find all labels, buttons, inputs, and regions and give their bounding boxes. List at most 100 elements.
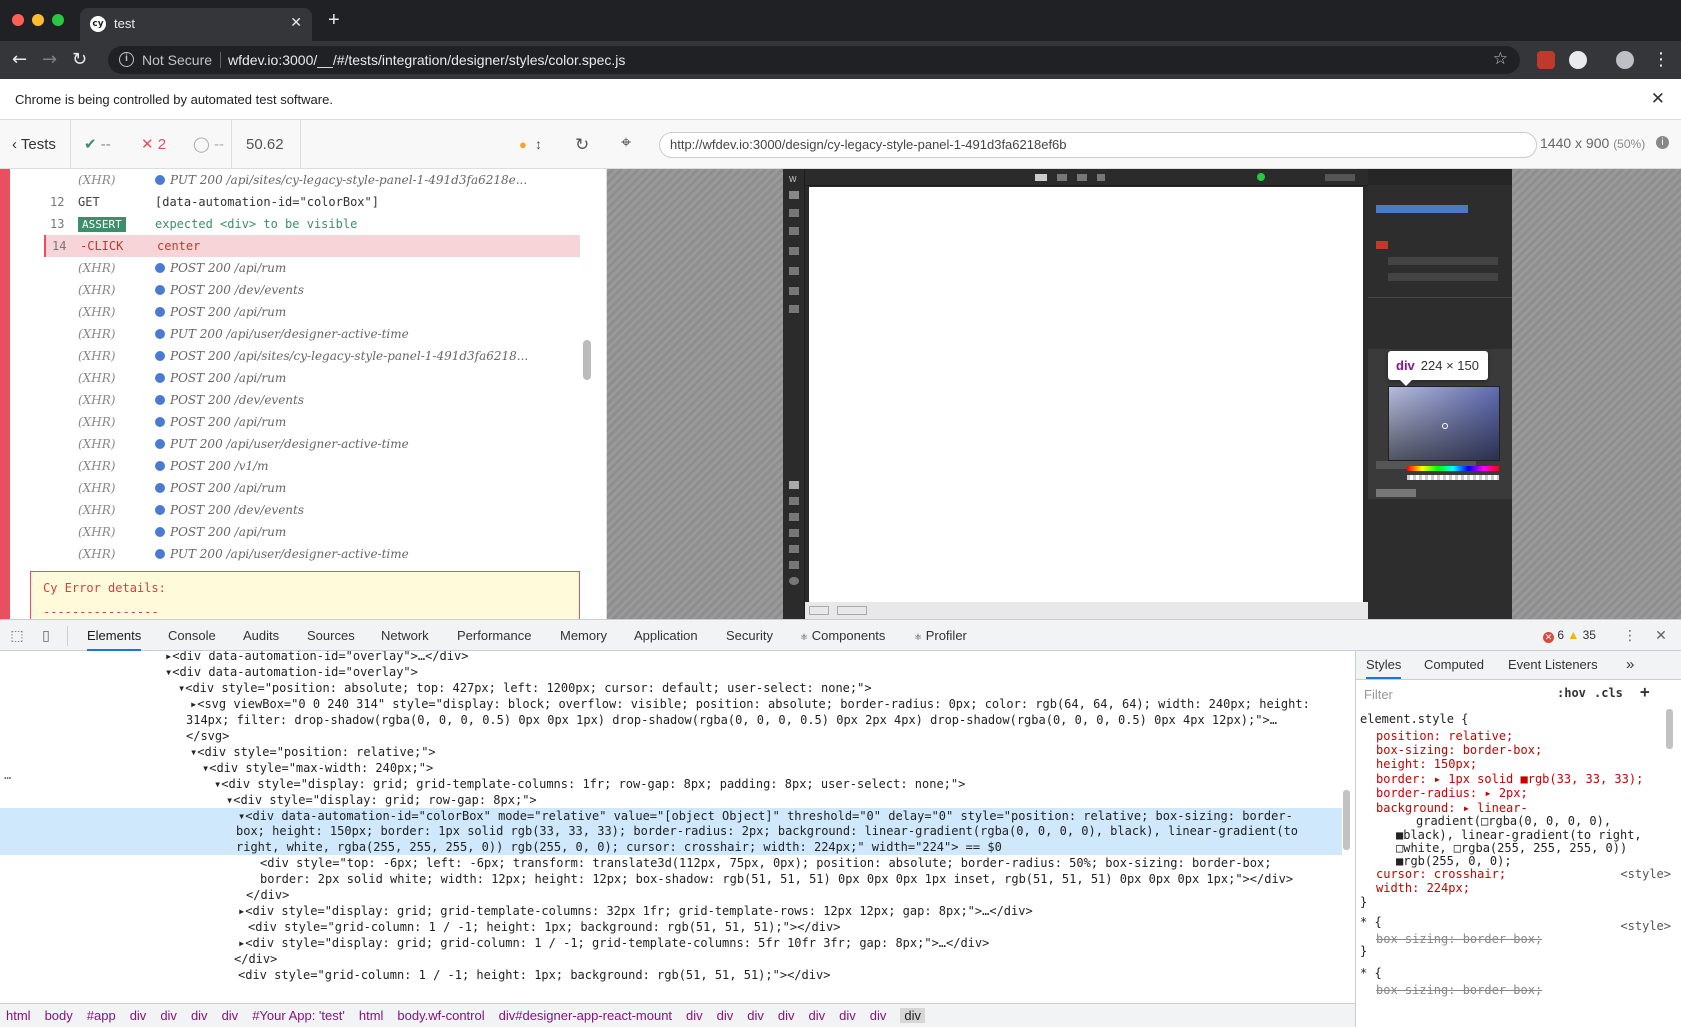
info-icon[interactable]: i: [119, 52, 134, 67]
tab-performance[interactable]: Performance: [457, 620, 531, 651]
command-row[interactable]: (XHR) PUT 200 /api/user/designer-active-t…: [44, 433, 580, 455]
style-declaration[interactable]: ■black), linear-gradient(to right,: [1396, 828, 1642, 842]
command-row[interactable]: (XHR) POST 200 /v1/m: [44, 455, 580, 477]
forward-icon[interactable]: →: [42, 49, 57, 70]
color-box-handle[interactable]: [1442, 423, 1448, 429]
styles-filter-input[interactable]: Filter: [1360, 684, 1550, 706]
dom-node-line[interactable]: ▾<div style="display: grid; grid-templat…: [0, 776, 1342, 792]
alpha-slider[interactable]: [1407, 475, 1499, 480]
aut-url-bar[interactable]: http://wfdev.io:3000/design/cy-legacy-st…: [659, 132, 1537, 158]
selector-field[interactable]: [1376, 205, 1468, 213]
code-icon[interactable]: [789, 529, 799, 537]
styles-scrollbar[interactable]: [1666, 709, 1673, 749]
style-declaration[interactable]: border: ▸ 1px solid ■rgb(33, 33, 33);: [1376, 772, 1643, 786]
breadcrumb-item[interactable]: html: [359, 1008, 384, 1023]
breadcrumb-item[interactable]: #app: [87, 1008, 116, 1023]
dom-node-line[interactable]: <div style="top: -6px; left: -6px; trans…: [0, 855, 1342, 871]
swatch-row[interactable]: [1376, 489, 1416, 497]
dom-node-line[interactable]: border: 2px solid white; width: 12px; he…: [0, 871, 1342, 887]
style-declaration[interactable]: position: relative;: [1376, 729, 1513, 743]
style-declaration[interactable]: width: 224px;: [1376, 881, 1470, 895]
command-row[interactable]: (XHR) POST 200 /dev/events: [44, 499, 580, 521]
devtools-menu-icon[interactable]: ⋮: [1622, 628, 1638, 644]
minimize-window-button[interactable]: [32, 14, 44, 26]
breadcrumb-item[interactable]: div: [809, 1008, 826, 1023]
add-rule-icon[interactable]: +: [1640, 682, 1650, 701]
dom-node-line[interactable]: <div style="grid-column: 1 / -1; height:…: [0, 967, 1342, 983]
reload-icon[interactable]: ↻: [72, 49, 87, 70]
dom-node-line[interactable]: ▾<div data-automation-id="colorBox" mode…: [0, 808, 1342, 824]
dom-node-line[interactable]: ▸<div data-automation-id="overlay">…</di…: [0, 651, 1342, 664]
breadcrumb-item[interactable]: #Your App: 'test': [252, 1008, 345, 1023]
reporter-scrollbar[interactable]: [583, 340, 591, 380]
breadcrumb-item[interactable]: div: [778, 1008, 795, 1023]
dom-node-line[interactable]: 314px; filter: drop-shadow(rgba(0, 0, 0,…: [0, 712, 1342, 728]
div-crumb[interactable]: [837, 606, 867, 615]
settings-icon[interactable]: [789, 305, 799, 313]
command-row[interactable]: (XHR) POST 200 /api/sites/cy-legacy-style…: [44, 345, 580, 367]
breadcrumb-item[interactable]: body.wf-control: [397, 1008, 484, 1023]
tab-sources[interactable]: Sources: [307, 620, 355, 651]
command-row[interactable]: 12 GET [data-automation-id="colorBox"]: [44, 191, 580, 213]
hue-slider[interactable]: [1407, 466, 1499, 471]
extension-icon[interactable]: [1537, 51, 1555, 69]
dom-node-line[interactable]: ▾<div style="position: absolute; top: 42…: [0, 680, 1342, 696]
breadcrumb-item[interactable]: div: [686, 1008, 703, 1023]
text-color-swatch[interactable]: [1376, 241, 1388, 249]
tab-security[interactable]: Security: [726, 620, 773, 651]
tab-elements[interactable]: Elements: [87, 620, 142, 651]
command-row[interactable]: (XHR) POST 200 /dev/events: [44, 389, 580, 411]
color-box[interactable]: [1388, 386, 1500, 461]
users-icon[interactable]: [789, 561, 799, 569]
issue-counter[interactable]: ✕ 6 ▲ 35: [1543, 628, 1596, 643]
rule-source[interactable]: <style>: [1620, 919, 1671, 933]
breadcrumb-item[interactable]: div: [839, 1008, 856, 1023]
preview-icon[interactable]: [789, 497, 799, 505]
tablet-breakpoint-icon[interactable]: [1057, 174, 1067, 181]
style-declaration[interactable]: element.style {: [1360, 712, 1468, 726]
search-icon[interactable]: [789, 545, 799, 553]
dom-node-line[interactable]: ▾<div style="max-width: 240px;">: [0, 760, 1342, 776]
style-declaration[interactable]: * {: [1360, 966, 1382, 980]
inspect-element-icon[interactable]: ⬚: [9, 628, 25, 644]
command-row[interactable]: (XHR) POST 200 /api/rum: [44, 367, 580, 389]
breadcrumb-item[interactable]: div: [222, 1008, 239, 1023]
command-row[interactable]: (XHR) POST 200 /api/rum: [44, 411, 580, 433]
elements-scrollbar[interactable]: [1343, 790, 1350, 850]
guides-icon[interactable]: [789, 513, 799, 521]
dom-node-line[interactable]: ▸<div style="display: grid; grid-column:…: [0, 935, 1342, 951]
style-declaration[interactable]: height: 150px;: [1376, 757, 1477, 771]
tab-computed[interactable]: Computed: [1424, 651, 1484, 679]
dom-node-line[interactable]: </svg>: [0, 728, 1342, 744]
maximize-window-button[interactable]: [52, 14, 64, 26]
navigator-icon[interactable]: [789, 209, 799, 217]
node-actions-icon[interactable]: …: [4, 768, 11, 782]
help-icon[interactable]: [789, 577, 799, 585]
breadcrumb-item[interactable]: div#designer-app-react-mount: [499, 1008, 672, 1023]
style-declaration[interactable]: * {: [1360, 915, 1382, 929]
style-controls[interactable]: [1388, 273, 1498, 281]
cypress-extension-icon[interactable]: [1569, 51, 1587, 69]
menu-kebab-icon[interactable]: ⋮: [1652, 49, 1670, 70]
address-bar[interactable]: i Not Secure wfdev.io:3000/__/#/tests/in…: [108, 46, 1520, 74]
devtools-close-icon[interactable]: ✕: [1653, 628, 1669, 644]
breadcrumb-item[interactable]: body: [45, 1008, 73, 1023]
tab-event-listeners[interactable]: Event Listeners: [1508, 651, 1598, 679]
tab-console[interactable]: Console: [168, 620, 216, 651]
command-row[interactable]: (XHR) POST 200 /dev/events: [44, 279, 580, 301]
back-to-tests-button[interactable]: ‹ Tests: [12, 120, 56, 169]
tab-memory[interactable]: Memory: [560, 620, 607, 651]
new-tab-icon[interactable]: +: [328, 9, 340, 32]
dom-node-line[interactable]: <div style="grid-column: 1 / -1; height:…: [0, 919, 1342, 935]
tab-network[interactable]: Network: [381, 620, 429, 651]
device-toolbar-icon[interactable]: ▯: [38, 628, 54, 644]
style-declaration[interactable]: border-radius: ▸ 2px;: [1376, 786, 1528, 800]
cms-icon[interactable]: [789, 247, 799, 255]
style-declaration[interactable]: □white, □rgba(255, 255, 255, 0)): [1396, 841, 1627, 855]
style-declaration[interactable]: background: ▸ linear-: [1376, 801, 1528, 815]
breadcrumb-item[interactable]: div: [747, 1008, 764, 1023]
tab-components[interactable]: ⚛ Components: [800, 620, 885, 651]
dom-node-line[interactable]: ▾<div style="position: relative;">: [0, 744, 1342, 760]
add-panel-icon[interactable]: [789, 191, 799, 199]
command-row[interactable]: (XHR) POST 200 /api/rum: [44, 521, 580, 543]
